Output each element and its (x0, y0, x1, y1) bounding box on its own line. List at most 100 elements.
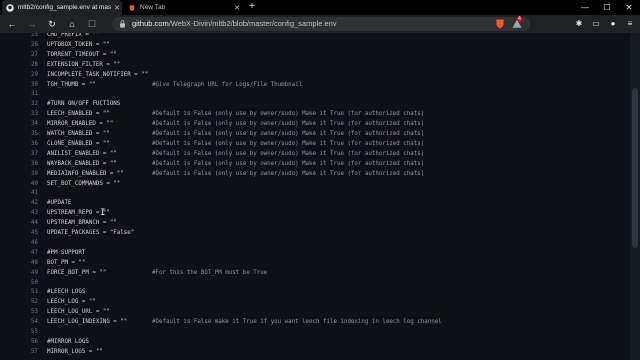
brave-rewards-icon[interactable]: 4 (510, 16, 524, 30)
code-viewer[interactable]: 25 CMD_PREFIX = "" 26 UPTOBOX_TOKEN = "" 27 T… (0, 33, 630, 360)
line-number[interactable]: 55 (20, 327, 38, 337)
tab-new-tab[interactable]: New Tab ✕ (124, 0, 242, 15)
code-line: 52 LEECH_LOG = "" (0, 297, 630, 307)
code-comment: #Default is False make it True if you wa… (152, 319, 442, 326)
code-text: LEECH_LOG_INDEXING = "" (47, 319, 128, 326)
tab-close-icon[interactable]: ✕ (112, 4, 122, 12)
lock-icon (120, 20, 125, 28)
new-tab-button[interactable]: + (246, 1, 258, 13)
code-text: UPTOBOX_TOKEN = "" (47, 41, 110, 48)
line-number[interactable]: 27 (20, 50, 38, 60)
line-number[interactable]: 26 (20, 40, 38, 50)
brave-shield-icon[interactable] (494, 18, 506, 30)
tab-title: mltb2/config_sample.env at mas (18, 4, 112, 11)
code-line: 51 #LEECH LOGS (0, 287, 630, 297)
code-text: FORCE_BOT_PM = "" (47, 269, 107, 276)
line-number[interactable]: 57 (20, 347, 38, 357)
code-text: WATCH_ENABLED = "" (47, 131, 110, 137)
code-text: TGH_THUMB = "" (47, 81, 96, 88)
scrollbar-thumb[interactable] (632, 88, 638, 248)
forward-arrow-icon[interactable]: → (26, 18, 38, 30)
sidebar-icon[interactable]: ▭ (590, 18, 602, 30)
line-number[interactable]: 29 (20, 70, 38, 80)
code-text: BOT_PM = "" (47, 259, 86, 266)
line-number[interactable]: 40 (20, 179, 38, 189)
line-number[interactable]: 46 (20, 238, 38, 248)
code-line: 31 (0, 89, 630, 99)
code-line: 28 EXTENSION_FILTER = "" (0, 60, 630, 70)
maximize-icon[interactable]: ☐ (596, 0, 618, 15)
line-number[interactable]: 49 (20, 268, 38, 278)
code-text: CLONE_ENABLED = "" (47, 140, 110, 147)
line-number[interactable]: 36 (20, 139, 38, 149)
code-comment: #For this the BOT_PM must be True (152, 269, 268, 276)
line-number[interactable]: 52 (20, 297, 38, 307)
line-number[interactable]: 51 (20, 287, 38, 297)
code-comment: #Default is False (only use by owner/sud… (152, 170, 425, 177)
code-text: #MIRROR LOGS (47, 338, 89, 345)
back-arrow-icon[interactable]: ← (6, 18, 18, 30)
code-line: 49 FORCE_BOT_PM = "" #For this the BOT_PM … (0, 268, 630, 278)
code-text: #LEECH LOGS (47, 289, 86, 296)
rewards-badge: 4 (517, 16, 522, 22)
home-icon[interactable]: ⌂ (66, 18, 78, 30)
line-number[interactable]: 50 (20, 278, 38, 288)
address-bar[interactable]: github.com/WebX-Divin/mltb2/blob/master/… (112, 17, 530, 31)
puzzle-icon[interactable]: ✱ (573, 18, 585, 30)
tab-title: New Tab (140, 4, 166, 11)
line-number[interactable]: 33 (20, 109, 38, 119)
line-number[interactable]: 54 (20, 317, 38, 327)
line-number[interactable]: 41 (20, 188, 38, 198)
tab-close-icon[interactable]: ✕ (232, 4, 242, 12)
line-number[interactable]: 31 (20, 89, 38, 99)
line-number[interactable]: 43 (20, 208, 38, 218)
code-line: 44 UPSTREAM_BRANCH = "" (0, 218, 630, 228)
line-number[interactable]: 28 (20, 60, 38, 70)
code-comment: #Default is False (only use by owner/sud… (152, 150, 425, 157)
tab-config-sample[interactable]: mltb2/config_sample.env at mas ✕ (2, 0, 122, 15)
code-text: LEECH_LOG_URL = "" (47, 309, 110, 316)
profile-icon[interactable]: ● (607, 18, 619, 30)
code-line: 26 UPTOBOX_TOKEN = "" (0, 40, 630, 50)
line-number[interactable]: 38 (20, 159, 38, 169)
brave-favicon-icon (129, 5, 135, 11)
line-number[interactable]: 53 (20, 307, 38, 317)
line-number[interactable]: 39 (20, 169, 38, 179)
code-text: ANILIST_ENABLED = "" (47, 150, 117, 157)
line-number[interactable]: 32 (20, 99, 38, 109)
vertical-scrollbar[interactable] (630, 33, 640, 360)
line-number[interactable]: 37 (20, 149, 38, 159)
menu-icon[interactable]: ≡ (624, 18, 636, 30)
code-text: UPDATE_PACKAGES = "False" (47, 230, 135, 236)
minimize-icon[interactable]: — (574, 0, 596, 15)
line-number[interactable]: 35 (20, 129, 38, 139)
bookmark-icon[interactable]: ☐ (86, 18, 98, 30)
code-line: 41 (0, 188, 630, 198)
code-line: 32 #TURN ON/OFF FUCTIONS (0, 99, 630, 109)
line-number[interactable]: 47 (20, 248, 38, 258)
code-line: 38 WAYBACK_ENABLED = "" #Default is False … (0, 159, 630, 169)
close-window-icon[interactable]: ✕ (618, 0, 640, 15)
code-text: SET_BOT_COMMANDS = "" (47, 180, 121, 187)
code-text: WAYBACK_ENABLED = "" (47, 160, 117, 167)
line-number[interactable]: 30 (20, 80, 38, 90)
line-number[interactable]: 56 (20, 337, 38, 347)
code-line: 36 CLONE_ENABLED = "" #Default is False (o… (0, 139, 630, 149)
code-line: 33 LEECH_ENABLED = "" #Default is False (o… (0, 109, 630, 119)
url-text: github.com/WebX-Divin/mltb2/blob/master/… (132, 17, 337, 31)
code-text: UPSTREAM_BRANCH = "" (47, 220, 117, 227)
line-number[interactable]: 42 (20, 198, 38, 208)
code-text: TORRENT_TIMEOUT = "" (47, 51, 117, 58)
line-number[interactable]: 34 (20, 119, 38, 129)
code-line: 35 WATCH_ENABLED = "" #Default is False (o… (0, 129, 630, 139)
text-cursor-icon: I (100, 208, 106, 218)
line-number[interactable]: 48 (20, 258, 38, 268)
code-comment: #Default is False (only use by owner/sud… (152, 131, 425, 137)
code-line: 47 #PM SUPPORT (0, 248, 630, 258)
reload-icon[interactable]: ↻ (46, 18, 58, 30)
line-number[interactable]: 44 (20, 218, 38, 228)
code-text: LEECH_LOG = "" (47, 299, 96, 306)
code-line: 50 (0, 278, 630, 288)
line-number[interactable]: 45 (20, 228, 38, 238)
code-line: 34 MIRROR_ENABLED = "" #Default is False (… (0, 119, 630, 129)
